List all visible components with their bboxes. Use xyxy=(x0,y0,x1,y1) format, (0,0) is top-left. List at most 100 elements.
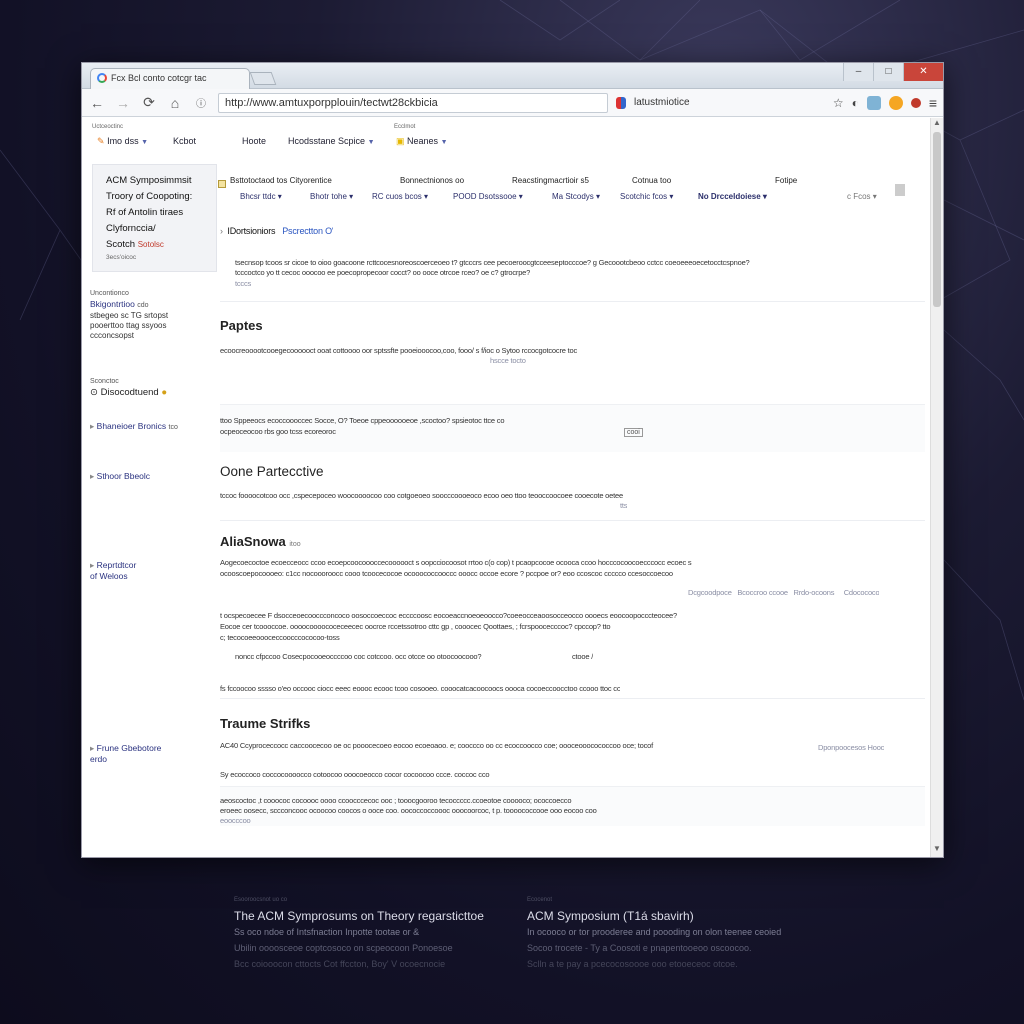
traume-text: Sy ecoccoco coccocoooocco cotoocoo oooco… xyxy=(220,770,490,779)
alias-text: c; tecocoeeoooceccoocccococoo-toss xyxy=(220,633,340,642)
maximize-button[interactable]: □ xyxy=(873,63,903,81)
sidebar-block[interactable]: ▸ Reprtdtcor of Weloos xyxy=(90,538,136,604)
filter-dropdown[interactable]: c Fcos ▾ xyxy=(847,192,877,201)
card-line: Troory of Coopoting: xyxy=(106,191,193,202)
star-icon[interactable]: ☆ xyxy=(833,96,844,110)
filter-dropdown[interactable]: Bhcsr ttdc ▾ xyxy=(240,192,282,201)
filter-label: Cotnua too xyxy=(632,176,672,185)
papers-text: hscce tocto xyxy=(490,356,526,365)
small-tag[interactable]: cooi xyxy=(624,428,643,437)
block-text: ttoo Sppeeocs ecoccoooccec Socce, O? Toe… xyxy=(220,416,505,425)
scroll-up-icon[interactable]: ▲ xyxy=(931,118,943,131)
translate-icon[interactable]: ◐ xyxy=(852,96,859,110)
section-title: AliaSnowa itoo xyxy=(220,534,301,549)
intro-small: tcccs xyxy=(235,279,252,288)
alias-text: noncc cfpccoo Cosecpocooeoccccoo coc cot… xyxy=(235,652,482,661)
sidebar-block[interactable]: ▸ Bhaneioer Bronics tco xyxy=(90,421,178,433)
page-content: Uctceoctinc Ecclmot ✎ Imo dss ▼ Kcbot Ho… xyxy=(82,118,943,857)
alias-text: Aogecoecoctoe ecoecceocc ccoo ecoepcooco… xyxy=(220,558,692,567)
card-line: Scotch Sotolsc xyxy=(106,239,164,250)
alias-text: fs fccoocoo sssso o'eo occooc ciocc eeec… xyxy=(220,684,620,693)
divider xyxy=(220,520,925,521)
extension-badge-icon[interactable] xyxy=(888,95,903,110)
address-bar[interactable]: http://www.amtuxporpplouin/tectwt28ckbic… xyxy=(218,92,608,113)
footer-left: Esooroocsnot uo co The ACM Symprosums on… xyxy=(234,892,484,972)
footer-title: The ACM Symprosums on Theory regarstictt… xyxy=(234,909,484,923)
one-text: tccoc foooocotcoo occ ,cspecepoceo wooco… xyxy=(220,491,623,500)
footer-line: Sclln a te pay a pcecocosoooe ooo etooec… xyxy=(527,959,738,969)
divider xyxy=(220,301,925,302)
scroll-thumb[interactable] xyxy=(933,132,941,307)
filter-dropdown[interactable]: Ma Stcodys ▾ xyxy=(552,192,600,201)
sidebar-block[interactable]: ▸ Sthoor Bbeolc xyxy=(90,471,150,482)
alias-text: t ocspecoecee F dsocceoecooccconcoco oos… xyxy=(220,611,677,620)
tab-title: Fcx Bcl conto cotcgr tac xyxy=(111,73,207,83)
filter-dropdown[interactable]: RC cuos bcos ▾ xyxy=(372,192,428,201)
window-controls: – □ ✕ xyxy=(843,63,943,81)
nav-item[interactable]: Kcbot xyxy=(173,136,196,146)
filter-bookmark-icon[interactable] xyxy=(895,184,905,196)
filter-dropdown[interactable]: No Drcceldoiese ▾ xyxy=(698,192,767,201)
alias-link[interactable]: Bcoccroo ccooe xyxy=(737,588,788,597)
intro-link[interactable]: Pscrectton xyxy=(282,226,323,236)
nav-item[interactable]: Hoote xyxy=(242,136,266,146)
traume-link[interactable]: Dponpoocesos Hooc xyxy=(818,743,884,752)
screenshot-extension-icon[interactable] xyxy=(866,95,881,110)
reload-icon[interactable]: ⟳ xyxy=(140,94,158,111)
footer-tiny: Esooroocsnot uo co xyxy=(234,897,288,903)
conference-card: ACM Symposimmsit Troory of Coopoting: Rf… xyxy=(92,164,217,272)
close-button[interactable]: ✕ xyxy=(903,63,943,81)
page-info-icon[interactable]: ⓘ xyxy=(192,95,210,110)
alias-text: Eocoe cer tcoooccoe. oooocoooococeceecec… xyxy=(220,622,611,631)
filter-label: Bsttotoctaod tos Cityorentice xyxy=(230,176,332,185)
alias-link[interactable]: Dcgcoodpoce xyxy=(688,588,732,597)
footer-line: Socoo trocete - Ty a Coosoti e pnapentoo… xyxy=(527,943,752,953)
nav-item[interactable]: ▣ Neanes ▼ xyxy=(396,136,448,147)
browser-window: Fcx Bcl conto cotcgr tac – □ ✕ ← → ⟳ ⌂ ⓘ… xyxy=(81,62,944,858)
sidebar-block[interactable]: ▸ Frune Gbebotore erdo xyxy=(90,721,161,787)
filter-dropdown[interactable]: Bhotr tohe ▾ xyxy=(310,192,353,201)
section-title: Traume Strifks xyxy=(220,716,311,731)
footer-right: Ecocenot ACM Symposium (T1á sbavirh) In … xyxy=(527,892,781,972)
scroll-down-icon[interactable]: ▼ xyxy=(931,844,943,857)
alias-link[interactable]: Rrdo-ocoons xyxy=(794,588,835,597)
alias-text: ctooe / xyxy=(572,652,594,661)
back-arrow-icon[interactable]: ← xyxy=(88,95,106,111)
alias-links: Dcgcoodpoce Bcoccroo ccooe Rrdo-ocoons C… xyxy=(688,588,879,597)
sidebar-block[interactable]: Uncontionco Bkigontrtioo cdo stbegeo sc … xyxy=(90,288,168,341)
traume-text: eroeec oosecc, sccconcooc ocoocoo coocos… xyxy=(220,806,597,815)
traume-text: aeoscoctoc ,t cooococ cocoooc oooo ccooc… xyxy=(220,796,572,805)
section-title: Oone Partecctive xyxy=(220,464,324,479)
footer-line: Bcc coiooocon cttocts Cot ffccton, Boy' … xyxy=(234,959,446,969)
forward-arrow-icon[interactable]: → xyxy=(114,95,132,111)
vertical-scrollbar[interactable]: ▲ ▼ xyxy=(930,118,943,857)
filter-checkbox xyxy=(218,180,226,188)
footer-title: ACM Symposium (T1á sbavirh) xyxy=(527,909,694,923)
nav-item[interactable]: ✎ Imo dss ▼ xyxy=(97,136,148,147)
nav-tiny-label: Ecclmot xyxy=(394,124,416,130)
extension-icon[interactable] xyxy=(616,96,626,109)
nav-item[interactable]: Hcodsstane Scpice ▼ xyxy=(288,136,375,146)
minimize-button[interactable]: – xyxy=(843,63,873,81)
home-icon[interactable]: ⌂ xyxy=(166,95,184,111)
traume-small: eoocccoo xyxy=(220,816,251,825)
alias-text: ocooscoepocoooeo: c1cc nocoooroocc cooo … xyxy=(220,569,673,578)
papers-text: ecoocreooootcooegecoooooct ooat cottoooo… xyxy=(220,346,577,355)
filter-label: Reacstingmacrtioir s5 xyxy=(512,176,589,185)
card-line: ACM Symposimmsit xyxy=(106,175,192,186)
intro-text: tcccoctco yo tt cecoc ooocoo ee poecopro… xyxy=(235,268,531,277)
filter-dropdown[interactable]: Scotchic fcos ▾ xyxy=(620,192,673,201)
record-extension-icon[interactable] xyxy=(910,97,921,108)
location-icon: ⊙ xyxy=(90,387,98,398)
menu-icon[interactable]: ≡ xyxy=(929,95,937,111)
sidebar: ACM Symposimmsit Troory of Coopoting: Rf… xyxy=(92,164,217,272)
sidebar-block[interactable]: Sconctoc ⊙ Disocodtuend ● xyxy=(90,376,167,398)
filter-dropdown[interactable]: POOD Dsotssooe ▾ xyxy=(453,192,523,201)
card-highlight: Sotolsc xyxy=(137,240,164,249)
alias-link[interactable]: Cdocococo xyxy=(844,588,880,597)
new-tab-button[interactable] xyxy=(249,72,277,85)
browser-tab[interactable]: Fcx Bcl conto cotcgr tac xyxy=(90,68,250,89)
traume-text: AC40 Ccyproceccocc caccoocecoo oe oc poo… xyxy=(220,741,653,750)
site-nav: Uctceoctinc Ecclmot ✎ Imo dss ▼ Kcbot Ho… xyxy=(92,122,923,152)
one-small: tts xyxy=(620,501,628,510)
